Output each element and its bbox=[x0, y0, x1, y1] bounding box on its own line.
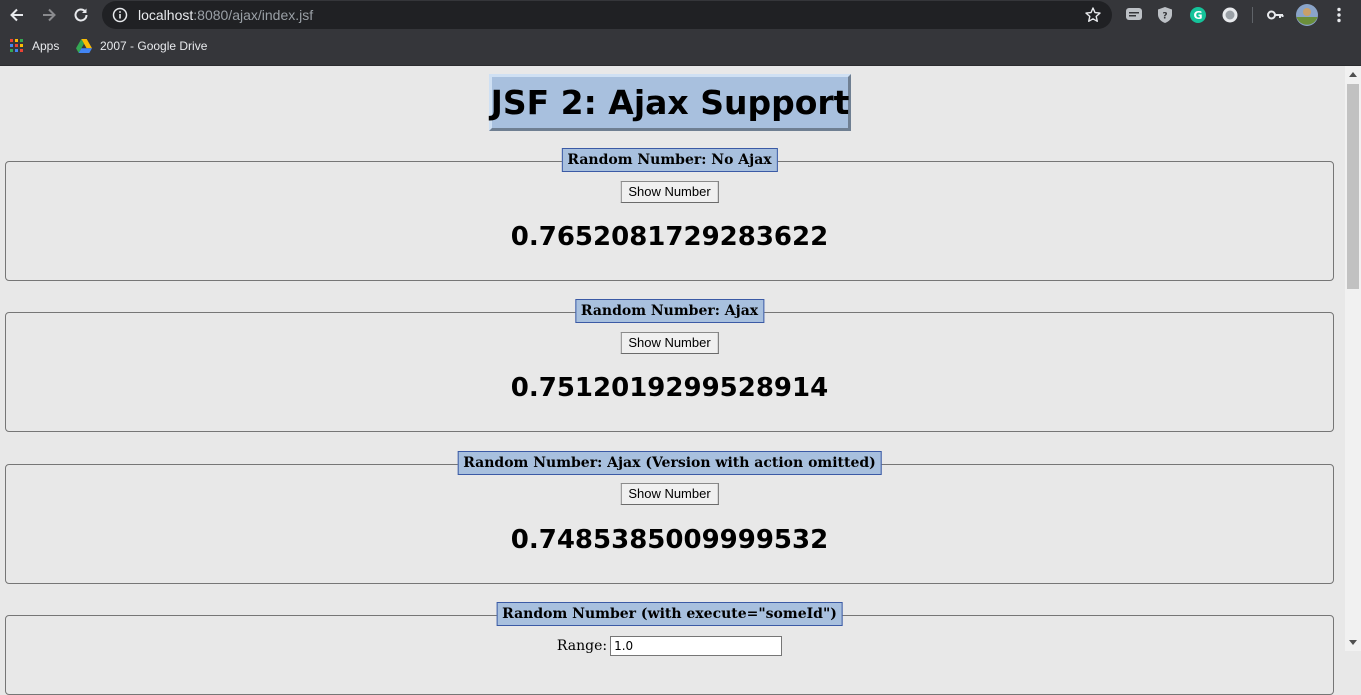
back-button[interactable] bbox=[6, 4, 28, 26]
scroll-thumb[interactable] bbox=[1347, 84, 1359, 289]
url-text: localhost:8080/ajax/index.jsf bbox=[138, 7, 313, 23]
url-path: :8080/ajax/index.jsf bbox=[193, 7, 314, 23]
apps-grid-icon bbox=[10, 39, 23, 52]
random-number-value: 0.7512019299528914 bbox=[510, 373, 829, 403]
browser-toolbar: localhost:8080/ajax/index.jsf ? G bbox=[0, 0, 1361, 30]
record-extension-icon[interactable] bbox=[1221, 6, 1239, 24]
google-drive-icon bbox=[76, 39, 92, 53]
section-execute-someid: Random Number (with execute="someId") Ra… bbox=[5, 602, 1334, 695]
grammarly-icon[interactable]: G bbox=[1189, 6, 1207, 24]
bookmark-google-drive[interactable]: 2007 - Google Drive bbox=[76, 39, 207, 53]
url-host: localhost bbox=[138, 7, 194, 23]
scroll-down-icon[interactable] bbox=[1349, 640, 1357, 645]
bookmarks-bar: Apps 2007 - Google Drive bbox=[0, 30, 1361, 66]
section-legend: Random Number: Ajax bbox=[574, 299, 765, 323]
site-info-icon[interactable] bbox=[112, 7, 128, 23]
menu-dots-icon[interactable] bbox=[1330, 6, 1348, 24]
profile-avatar[interactable] bbox=[1295, 3, 1319, 27]
random-number-value: 0.7485385009999532 bbox=[510, 525, 829, 555]
chat-extension-icon[interactable] bbox=[1125, 6, 1143, 24]
bookmark-star-icon[interactable] bbox=[1084, 6, 1102, 24]
scroll-up-icon[interactable] bbox=[1349, 72, 1357, 77]
show-number-button[interactable]: Show Number bbox=[620, 181, 719, 203]
range-row: Range: bbox=[6, 636, 1333, 656]
key-icon[interactable] bbox=[1266, 6, 1284, 24]
show-number-button[interactable]: Show Number bbox=[620, 332, 719, 354]
bookmark-apps-label: Apps bbox=[32, 39, 60, 53]
back-arrow-icon bbox=[10, 8, 23, 22]
section-ajax-action-omitted: Random Number: Ajax (Version with action… bbox=[5, 451, 1334, 584]
page-scrollbar[interactable] bbox=[1345, 66, 1361, 651]
page-title: JSF 2: Ajax Support bbox=[489, 74, 851, 131]
forward-button[interactable] bbox=[38, 4, 60, 26]
random-number-value: 0.7652081729283622 bbox=[510, 222, 829, 252]
address-bar[interactable]: localhost:8080/ajax/index.jsf bbox=[102, 1, 1112, 29]
page-content: JSF 2: Ajax Support Random Number: No Aj… bbox=[0, 66, 1345, 695]
reload-button[interactable] bbox=[70, 4, 92, 26]
shield-extension-icon[interactable]: ? bbox=[1156, 6, 1174, 24]
reload-icon bbox=[74, 8, 88, 22]
bookmark-apps[interactable]: Apps bbox=[10, 39, 59, 53]
section-no-ajax: Random Number: No Ajax Show Number 0.765… bbox=[5, 148, 1334, 281]
show-number-button[interactable]: Show Number bbox=[620, 483, 719, 505]
range-input[interactable] bbox=[610, 636, 783, 656]
section-legend: Random Number: No Ajax bbox=[561, 148, 778, 172]
toolbar-separator bbox=[1252, 7, 1253, 23]
section-legend: Random Number: Ajax (Version with action… bbox=[457, 451, 882, 475]
forward-arrow-icon bbox=[43, 8, 56, 22]
range-label: Range: bbox=[556, 638, 608, 654]
section-ajax: Random Number: Ajax Show Number 0.751201… bbox=[5, 299, 1334, 432]
section-legend: Random Number (with execute="someId") bbox=[496, 602, 843, 626]
svg-text:?: ? bbox=[1162, 12, 1167, 22]
bookmark-drive-label: 2007 - Google Drive bbox=[100, 39, 208, 53]
svg-text:G: G bbox=[1193, 9, 1202, 22]
